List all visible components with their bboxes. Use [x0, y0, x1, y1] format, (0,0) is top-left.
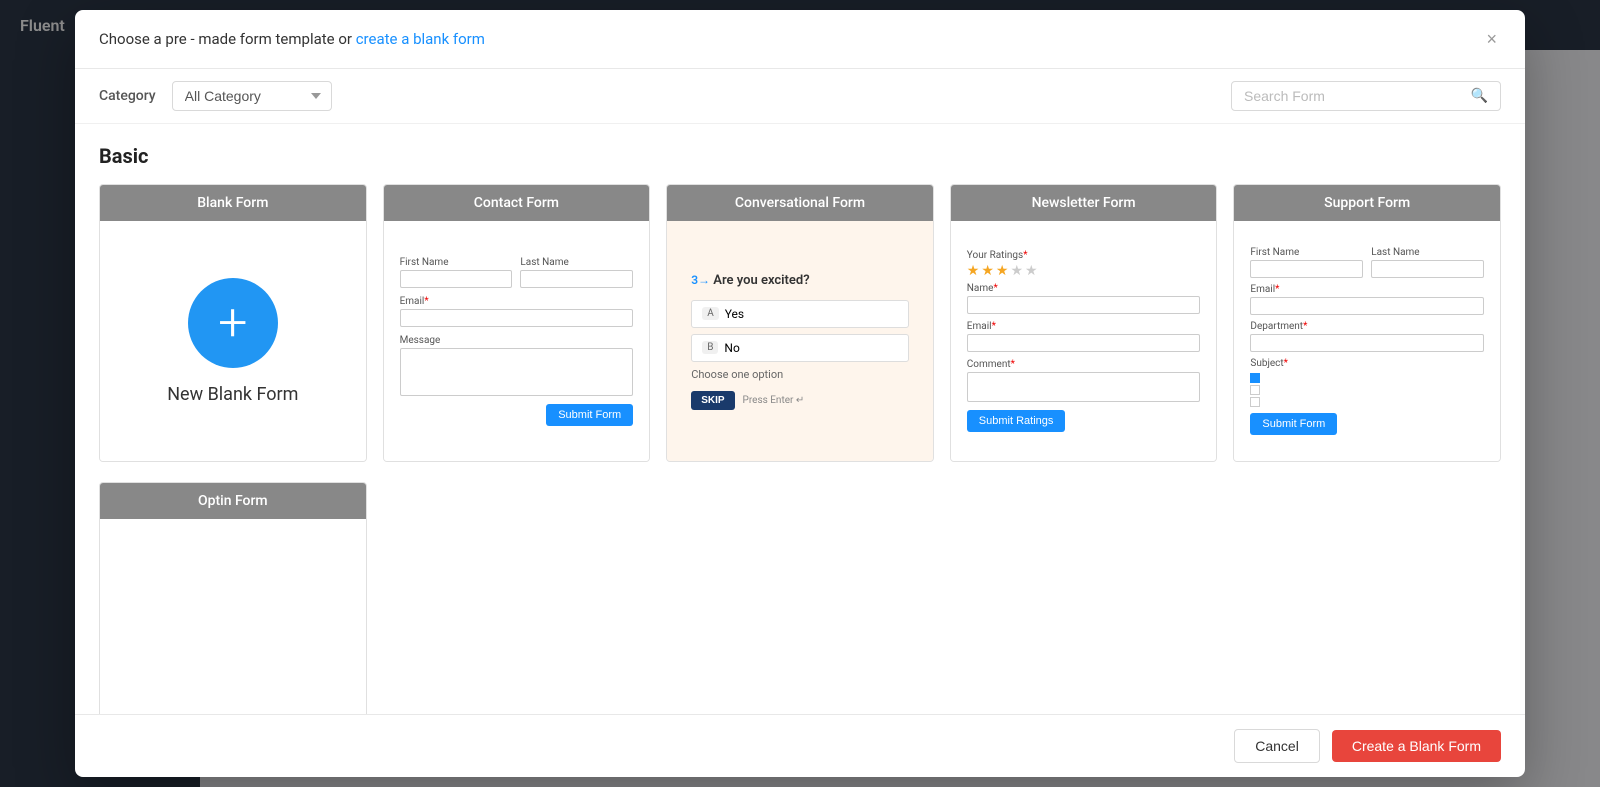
conv-step: 3→ — [691, 273, 710, 287]
conv-press-enter: Press Enter ↵ — [743, 395, 805, 406]
conv-option-b-key: B — [702, 341, 718, 354]
conv-option-a-label: Yes — [725, 307, 744, 321]
optin-form-header: Optin Form — [100, 483, 366, 519]
nl-email-label: Email* — [967, 321, 1201, 332]
sp-dept-select — [1250, 334, 1484, 352]
star-1: ★ — [967, 263, 980, 279]
sp-firstname-label: First Name — [1250, 247, 1363, 258]
template-card-conversational-form[interactable]: Conversational Form 3→ Are you excited? … — [666, 184, 934, 462]
newsletter-form-header: Newsletter Form — [951, 185, 1217, 221]
cancel-button[interactable]: Cancel — [1234, 729, 1320, 763]
create-blank-form-button[interactable]: Create a Blank Form — [1332, 730, 1501, 762]
template-card-contact-form[interactable]: Contact Form First Name Last Name — [383, 184, 651, 462]
section-basic-title: Basic — [99, 144, 1501, 168]
cf-firstname-input — [400, 270, 513, 288]
category-label: Category — [99, 88, 156, 104]
conversational-form-body: 3→ Are you excited? A Yes B No Choose on… — [667, 221, 933, 461]
cf-lastname-label: Last Name — [520, 257, 633, 268]
conv-option-a: A Yes — [691, 300, 909, 328]
search-box: 🔍 — [1231, 81, 1501, 111]
template-card-blank-form[interactable]: Blank Form + New Blank Form — [99, 184, 367, 462]
cf-message-label: Message — [400, 335, 634, 346]
conv-option-a-key: A — [702, 307, 719, 320]
create-blank-form-link[interactable]: create a blank form — [356, 30, 485, 48]
search-input[interactable] — [1244, 88, 1471, 104]
nl-comment-label: Comment* — [967, 359, 1201, 370]
template-card-newsletter-form[interactable]: Newsletter Form Your Ratings* ★ ★ ★ ★ ★ — [950, 184, 1218, 462]
templates-grid-bottom: Optin Form — [99, 482, 1501, 714]
sp-checkbox-row-3 — [1250, 397, 1484, 407]
nl-name-label: Name* — [967, 283, 1201, 294]
star-2: ★ — [981, 263, 994, 279]
modal-header: Choose a pre - made form template or cre… — [75, 10, 1525, 69]
sp-lastname-input — [1371, 260, 1484, 278]
newsletter-preview: Your Ratings* ★ ★ ★ ★ ★ Name* — [967, 250, 1201, 432]
sp-email-input — [1250, 297, 1484, 315]
conv-skip-button[interactable]: SKIP — [691, 391, 734, 410]
sp-dept-label: Department* — [1250, 321, 1484, 332]
cf-message-textarea — [400, 348, 634, 396]
cf-email-input — [400, 309, 634, 327]
cf-email-label: Email* — [400, 296, 634, 307]
support-form-body: First Name Last Name Email* — [1234, 221, 1500, 461]
conv-option-b: B No — [691, 334, 909, 362]
plus-icon: + — [218, 297, 247, 349]
modal-body: Basic Blank Form + New Blank Form Contac… — [75, 124, 1525, 714]
conv-hint: Choose one option — [691, 368, 909, 381]
sp-subject-label: Subject* — [1250, 358, 1484, 369]
contact-form-preview: First Name Last Name Email* — [400, 257, 634, 426]
nl-ratings-label: Your Ratings* — [967, 250, 1201, 261]
support-form-header: Support Form — [1234, 185, 1500, 221]
newsletter-form-body: Your Ratings* ★ ★ ★ ★ ★ Name* — [951, 221, 1217, 461]
modal-title: Choose a pre - made form template or cre… — [99, 30, 485, 48]
search-icon: 🔍 — [1471, 88, 1488, 104]
sp-checkbox-row-2 — [1250, 385, 1484, 395]
nl-submit-button[interactable]: Submit Ratings — [967, 410, 1066, 432]
conv-question: 3→ Are you excited? — [691, 273, 909, 288]
blank-form-label: New Blank Form — [167, 384, 298, 405]
template-card-support-form[interactable]: Support Form First Name Last Name — [1233, 184, 1501, 462]
nl-comment-textarea — [967, 372, 1201, 402]
contact-form-header: Contact Form — [384, 185, 650, 221]
sp-submit-button[interactable]: Submit Form — [1250, 413, 1337, 435]
template-picker-modal: Choose a pre - made form template or cre… — [75, 10, 1525, 777]
sp-checkbox-3 — [1250, 397, 1260, 407]
sp-checkboxes — [1250, 373, 1484, 407]
blank-form-body: + New Blank Form — [100, 221, 366, 461]
modal-toolbar: Category All Category 🔍 — [75, 69, 1525, 124]
support-preview: First Name Last Name Email* — [1250, 247, 1484, 435]
nl-name-input — [967, 296, 1201, 314]
modal-title-text: Choose a pre - made form template or — [99, 30, 356, 48]
template-card-optin-form[interactable]: Optin Form — [99, 482, 367, 714]
cf-lastname-input — [520, 270, 633, 288]
star-4: ★ — [1010, 263, 1023, 279]
cf-firstname-label: First Name — [400, 257, 513, 268]
blank-form-header: Blank Form — [100, 185, 366, 221]
nl-email-input — [967, 334, 1201, 352]
sp-lastname-label: Last Name — [1371, 247, 1484, 258]
cf-submit-button[interactable]: Submit Form — [546, 404, 633, 426]
star-5: ★ — [1025, 263, 1038, 279]
conv-option-b-label: No — [724, 341, 739, 355]
contact-form-body: First Name Last Name Email* — [384, 221, 650, 461]
conv-form-preview: 3→ Are you excited? A Yes B No Choose on… — [679, 261, 921, 422]
conv-question-text: Are you excited? — [713, 273, 809, 288]
sp-firstname-input — [1250, 260, 1363, 278]
star-3: ★ — [996, 263, 1009, 279]
modal-close-button[interactable]: × — [1482, 26, 1501, 52]
sp-checkbox-1 — [1250, 373, 1260, 383]
nl-stars: ★ ★ ★ ★ ★ — [967, 263, 1201, 279]
sp-checkbox-2 — [1250, 385, 1260, 395]
category-select[interactable]: All Category — [172, 81, 332, 111]
conv-skip-row: SKIP Press Enter ↵ — [691, 391, 909, 410]
blank-form-icon: + — [188, 278, 278, 368]
optin-form-body — [100, 519, 366, 714]
sp-checkbox-row-1 — [1250, 373, 1484, 383]
modal-footer: Cancel Create a Blank Form — [75, 714, 1525, 777]
templates-grid-top: Blank Form + New Blank Form Contact Form… — [99, 184, 1501, 462]
conversational-form-header: Conversational Form — [667, 185, 933, 221]
sp-email-label: Email* — [1250, 284, 1484, 295]
